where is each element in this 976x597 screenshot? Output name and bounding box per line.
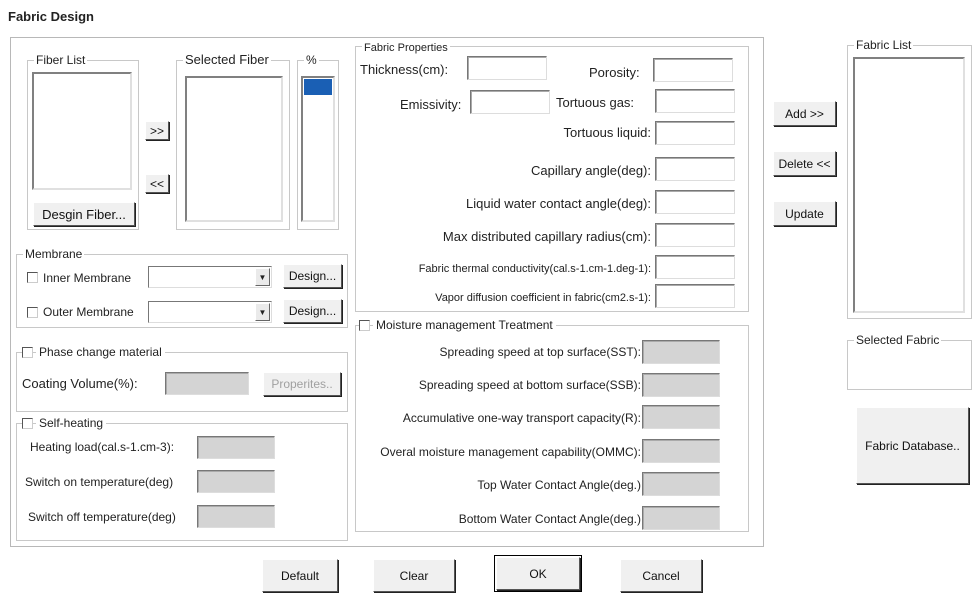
ssb-field[interactable] [642, 373, 720, 397]
inner-membrane-label: Inner Membrane [43, 271, 132, 285]
fabric-database-button[interactable]: Fabric Database.. [856, 407, 969, 484]
liquid-contact-angle-field[interactable] [655, 190, 735, 214]
fiber-listbox[interactable] [32, 72, 132, 190]
default-button[interactable]: Default [262, 559, 338, 592]
sst-field[interactable] [642, 340, 720, 364]
capillary-angle-field[interactable] [655, 157, 735, 181]
tortuous-liquid-field[interactable] [655, 121, 735, 145]
porosity-label: Porosity: [589, 65, 640, 80]
inner-membrane-design-button[interactable]: Design... [283, 264, 342, 288]
selected-fiber-listbox[interactable] [185, 76, 283, 222]
self-heating-checkbox[interactable] [22, 418, 33, 429]
percent-selected-row[interactable] [304, 79, 332, 95]
percent-listbox[interactable] [301, 76, 335, 222]
phase-change-legend: Phase change material [36, 345, 165, 359]
remove-fiber-button[interactable]: << [145, 174, 169, 193]
selected-fiber-label: Selected Fiber [183, 52, 271, 67]
add-fiber-button[interactable]: >> [145, 121, 169, 140]
percent-label: % [304, 53, 319, 67]
selected-fabric-group: Selected Fabric [847, 333, 972, 390]
self-heating-legend: Self-heating [36, 416, 107, 430]
fabric-listbox[interactable] [853, 57, 965, 313]
heating-load-field[interactable] [197, 436, 275, 459]
fabric-list-legend: Fabric List [854, 38, 914, 52]
cancel-button[interactable]: Cancel [620, 559, 702, 592]
delete-fabric-button[interactable]: Delete << [773, 151, 836, 176]
outer-membrane-design-button[interactable]: Design... [283, 299, 342, 323]
thermal-conductivity-label: Fabric thermal conductivity(cal.s-1.cm-1… [418, 263, 651, 275]
vapor-diffusion-label: Vapor diffusion coefficient in fabric(cm… [435, 292, 651, 304]
r-field[interactable] [642, 405, 720, 429]
ssb-label: Spreading speed at bottom surface(SSB): [418, 378, 641, 392]
moisture-legend: Moisture management Treatment [373, 318, 556, 332]
r-label: Accumulative one-way transport capacity(… [402, 411, 641, 425]
bottom-angle-label: Bottom Water Contact Angle(deg.) [458, 512, 641, 526]
porosity-field[interactable] [653, 58, 733, 82]
emissivity-field[interactable] [470, 90, 550, 114]
tortuous-liquid-label: Tortuous liquid: [563, 125, 651, 140]
window-title: Fabric Design [8, 9, 94, 24]
inner-membrane-select[interactable]: ▼ [148, 266, 272, 288]
moisture-checkbox[interactable] [359, 320, 370, 331]
vapor-diffusion-field[interactable] [655, 284, 735, 308]
thickness-field[interactable] [467, 56, 547, 80]
chevron-down-icon[interactable]: ▼ [255, 268, 270, 286]
switch-off-field[interactable] [197, 505, 275, 528]
thickness-label: Thickness(cm): [360, 62, 449, 77]
switch-on-field[interactable] [197, 470, 275, 493]
tortuous-gas-label: Tortuous gas: [556, 95, 635, 110]
membrane-legend: Membrane [23, 247, 85, 261]
outer-membrane-checkbox[interactable] [27, 307, 38, 318]
top-angle-label: Top Water Contact Angle(deg.) [477, 478, 641, 492]
bottom-angle-field[interactable] [642, 506, 720, 530]
max-capillary-radius-field[interactable] [655, 223, 735, 247]
properties-button[interactable]: Properites.. [263, 372, 341, 396]
update-fabric-button[interactable]: Update [773, 201, 836, 226]
liquid-contact-angle-label: Liquid water contact angle(deg): [465, 196, 651, 211]
selected-fabric-legend: Selected Fabric [854, 333, 942, 347]
tortuous-gas-field[interactable] [655, 89, 735, 113]
sst-label: Spreading speed at top surface(SST): [439, 345, 641, 359]
add-fabric-button[interactable]: Add >> [773, 101, 836, 126]
top-angle-field[interactable] [642, 472, 720, 496]
capillary-angle-label: Capillary angle(deg): [531, 163, 651, 178]
thermal-conductivity-field[interactable] [655, 255, 735, 279]
coating-volume-label: Coating Volume(%): [22, 376, 138, 391]
fiber-list-label: Fiber List [34, 53, 88, 67]
heating-load-label: Heating load(cal.s-1.cm-3): [30, 440, 175, 454]
outer-membrane-select[interactable]: ▼ [148, 301, 272, 323]
ok-button[interactable]: OK [494, 555, 582, 592]
fabric-properties-legend: Fabric Properties [362, 41, 450, 55]
clear-button[interactable]: Clear [373, 559, 455, 592]
emissivity-label: Emissivity: [400, 97, 462, 112]
phase-change-checkbox[interactable] [22, 347, 33, 358]
max-capillary-radius-label: Max distributed capillary radius(cm): [442, 229, 651, 244]
ommc-field[interactable] [642, 439, 720, 463]
switch-off-label: Switch off temperature(deg) [28, 510, 176, 524]
inner-membrane-checkbox[interactable] [27, 272, 38, 283]
switch-on-label: Switch on temperature(deg) [25, 475, 174, 489]
outer-membrane-label: Outer Membrane [43, 305, 134, 319]
chevron-down-icon[interactable]: ▼ [255, 303, 270, 321]
ommc-label: Overal moisture management capability(OM… [380, 445, 641, 459]
coating-volume-field[interactable] [165, 372, 249, 395]
design-fiber-button[interactable]: Desgin Fiber... [33, 202, 135, 226]
